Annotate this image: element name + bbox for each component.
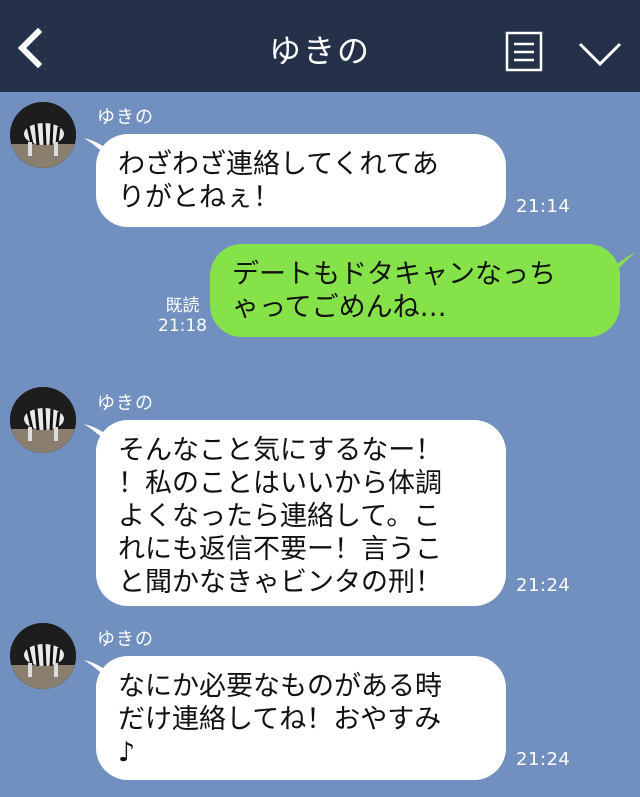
avatar[interactable] xyxy=(10,387,76,453)
sender-name: ゆきの xyxy=(97,393,154,414)
chat-header: ゆきの xyxy=(0,0,640,92)
chevron-down-icon xyxy=(578,42,622,67)
message-bubble[interactable]: そんなこと気にするなー！ ！私のことはいいから体調 よくなったら連絡して。こ れ… xyxy=(96,420,506,606)
note-icon xyxy=(505,31,543,72)
avatar[interactable] xyxy=(10,623,76,689)
sender-name: ゆきの xyxy=(97,629,154,650)
message-bubble[interactable]: わざわざ連絡してくれてあ りがとねぇ！ xyxy=(96,134,506,227)
expand-button[interactable] xyxy=(577,40,623,68)
read-label: 既読 xyxy=(165,296,200,316)
message-time: 21:18 xyxy=(158,316,207,336)
avatar[interactable] xyxy=(10,102,76,168)
message-bubble[interactable]: デートもドタキャンなっち ゃってごめんね… xyxy=(210,244,620,337)
chat-title: ゆきの xyxy=(268,32,371,70)
message-time: 21:24 xyxy=(516,575,571,596)
message-bubble[interactable]: なにか必要なものがある時 だけ連絡してね！おやすみ ♪ xyxy=(96,656,506,780)
message-time: 21:14 xyxy=(516,196,571,217)
sender-name: ゆきの xyxy=(97,107,154,128)
notes-button[interactable] xyxy=(505,31,543,72)
read-receipt: 既読 21:18 xyxy=(158,296,207,336)
message-time: 21:24 xyxy=(516,749,571,770)
